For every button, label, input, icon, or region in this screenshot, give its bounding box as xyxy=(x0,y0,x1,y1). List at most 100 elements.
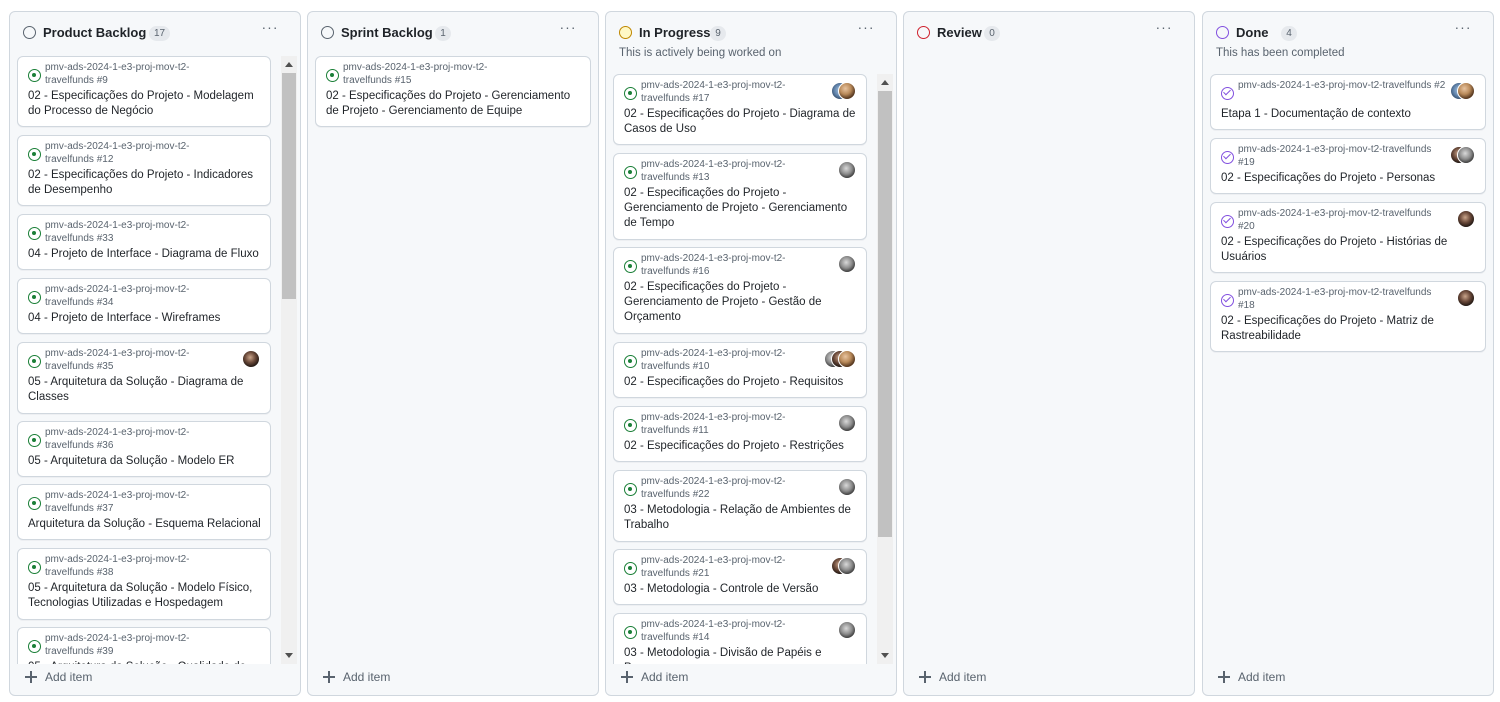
issue-card[interactable]: pmv-ads-2024-1-e3-proj-mov-t2-travelfund… xyxy=(613,342,867,398)
assignees[interactable] xyxy=(242,350,260,368)
assignees[interactable] xyxy=(838,621,856,639)
issue-title[interactable]: 05 - Arquitetura da Solução - Qualidade … xyxy=(28,660,262,664)
issue-card[interactable]: pmv-ads-2024-1-e3-proj-mov-t2-travelfund… xyxy=(1210,74,1486,130)
assignees[interactable] xyxy=(838,161,856,179)
issue-card[interactable]: pmv-ads-2024-1-e3-proj-mov-t2-travelfund… xyxy=(17,548,271,620)
issue-card[interactable]: pmv-ads-2024-1-e3-proj-mov-t2-travelfund… xyxy=(613,549,867,605)
assignees[interactable] xyxy=(838,255,856,273)
item-count-badge: 17 xyxy=(149,26,171,41)
issue-card[interactable]: pmv-ads-2024-1-e3-proj-mov-t2-travelfund… xyxy=(1210,138,1486,194)
issue-open-icon xyxy=(28,434,41,447)
issue-title[interactable]: 02 - Especificações do Projeto - Diagram… xyxy=(624,107,858,137)
more-options-icon[interactable]: ··· xyxy=(258,20,282,40)
avatar[interactable] xyxy=(838,82,856,100)
assignees[interactable] xyxy=(831,557,856,575)
avatar[interactable] xyxy=(838,414,856,432)
issue-title[interactable]: 03 - Metodologia - Relação de Ambientes … xyxy=(624,503,858,533)
assignees[interactable] xyxy=(824,350,856,368)
avatar[interactable] xyxy=(1457,146,1475,164)
issue-repo-number: pmv-ads-2024-1-e3-proj-mov-t2-travelfund… xyxy=(641,555,786,579)
issue-card[interactable]: pmv-ads-2024-1-e3-proj-mov-t2-travelfund… xyxy=(613,613,867,664)
issue-title[interactable]: 02 - Especificações do Projeto - Requisi… xyxy=(624,375,858,390)
issue-title[interactable]: 02 - Especificações do Projeto - Indicad… xyxy=(28,168,262,198)
assignees[interactable] xyxy=(1450,146,1475,164)
more-options-icon[interactable]: ··· xyxy=(1152,20,1176,40)
scroll-up-arrow-icon[interactable] xyxy=(881,80,889,85)
issue-card[interactable]: pmv-ads-2024-1-e3-proj-mov-t2-travelfund… xyxy=(1210,202,1486,273)
assignees[interactable] xyxy=(838,414,856,432)
avatar[interactable] xyxy=(1457,210,1475,228)
scroll-thumb[interactable] xyxy=(878,91,892,537)
issue-card[interactable]: pmv-ads-2024-1-e3-proj-mov-t2-travelfund… xyxy=(613,470,867,542)
assignees[interactable] xyxy=(831,82,856,100)
avatar[interactable] xyxy=(838,161,856,179)
scrollbar[interactable] xyxy=(281,56,297,664)
issue-title[interactable]: 02 - Especificações do Projeto - Restriç… xyxy=(624,439,858,454)
scrollbar[interactable] xyxy=(877,74,893,664)
issue-repo-number: pmv-ads-2024-1-e3-proj-mov-t2-travelfund… xyxy=(45,490,190,514)
add-item-label: Add item xyxy=(939,670,987,684)
issue-card[interactable]: pmv-ads-2024-1-e3-proj-mov-t2-travelfund… xyxy=(17,56,271,127)
issue-card[interactable]: pmv-ads-2024-1-e3-proj-mov-t2-travelfund… xyxy=(1210,281,1486,352)
more-options-icon[interactable]: ··· xyxy=(854,20,878,40)
issue-title[interactable]: 05 - Arquitetura da Solução - Modelo Fís… xyxy=(28,581,262,611)
assignees[interactable] xyxy=(838,478,856,496)
issue-card[interactable]: pmv-ads-2024-1-e3-proj-mov-t2-travelfund… xyxy=(17,214,271,270)
issue-card[interactable]: pmv-ads-2024-1-e3-proj-mov-t2-travelfund… xyxy=(613,406,867,462)
issue-title[interactable]: 05 - Arquitetura da Solução - Modelo ER xyxy=(28,454,262,469)
avatar[interactable] xyxy=(838,350,856,368)
issue-open-icon xyxy=(624,419,637,432)
issue-card[interactable]: pmv-ads-2024-1-e3-proj-mov-t2-travelfund… xyxy=(17,278,271,334)
column-title: Review xyxy=(937,25,982,40)
plus-icon xyxy=(323,671,335,683)
scroll-up-arrow-icon[interactable] xyxy=(285,62,293,67)
assignees[interactable] xyxy=(1457,289,1475,307)
issue-card[interactable]: pmv-ads-2024-1-e3-proj-mov-t2-travelfund… xyxy=(17,421,271,477)
avatar[interactable] xyxy=(1457,82,1475,100)
column-in-progress: In Progress 9 ··· This is actively being wo… xyxy=(605,11,897,696)
avatar[interactable] xyxy=(1457,289,1475,307)
issue-card[interactable]: pmv-ads-2024-1-e3-proj-mov-t2-travelfund… xyxy=(613,153,867,240)
issue-open-icon xyxy=(624,355,637,368)
issue-title[interactable]: 04 - Projeto de Interface - Wireframes xyxy=(28,311,262,326)
issue-repo-number: pmv-ads-2024-1-e3-proj-mov-t2-travelfund… xyxy=(641,412,786,436)
more-options-icon[interactable]: ··· xyxy=(556,20,580,40)
assignees[interactable] xyxy=(1457,210,1475,228)
issue-card[interactable]: pmv-ads-2024-1-e3-proj-mov-t2-travelfund… xyxy=(315,56,591,127)
issue-title[interactable]: 02 - Especificações do Projeto - Matriz … xyxy=(1221,314,1477,344)
scroll-down-arrow-icon[interactable] xyxy=(881,653,889,658)
issue-open-icon xyxy=(624,166,637,179)
issue-title[interactable]: 02 - Especificações do Projeto - Gerenci… xyxy=(624,280,858,325)
issue-title[interactable]: 02 - Especificações do Projeto - Gerenci… xyxy=(326,89,582,119)
more-options-icon[interactable]: ··· xyxy=(1451,20,1475,40)
scroll-thumb[interactable] xyxy=(282,73,296,299)
issue-title[interactable]: 02 - Especificações do Projeto - Persona… xyxy=(1221,171,1477,186)
issue-card[interactable]: pmv-ads-2024-1-e3-proj-mov-t2-travelfund… xyxy=(17,627,271,664)
scroll-down-arrow-icon[interactable] xyxy=(285,653,293,658)
issue-repo-number: pmv-ads-2024-1-e3-proj-mov-t2-travelfund… xyxy=(45,220,190,244)
issue-title[interactable]: Etapa 1 - Documentação de contexto xyxy=(1221,107,1477,122)
issue-title[interactable]: 03 - Metodologia - Controle de Versão xyxy=(624,582,858,597)
avatar[interactable] xyxy=(838,557,856,575)
issue-title[interactable]: 02 - Especificações do Projeto - Modelag… xyxy=(28,89,262,119)
issue-repo-number: pmv-ads-2024-1-e3-proj-mov-t2-travelfund… xyxy=(1238,144,1432,168)
column-review: Review 0 ··· Add item xyxy=(903,11,1195,696)
avatar[interactable] xyxy=(242,350,260,368)
issue-title[interactable]: 03 - Metodologia - Divisão de Papéis e P… xyxy=(624,646,858,664)
issue-title[interactable]: 04 - Projeto de Interface - Diagrama de … xyxy=(28,247,262,262)
avatar[interactable] xyxy=(838,621,856,639)
issue-title[interactable]: 02 - Especificações do Projeto - Gerenci… xyxy=(624,186,858,231)
issue-card[interactable]: pmv-ads-2024-1-e3-proj-mov-t2-travelfund… xyxy=(613,74,867,145)
issue-repo-number: pmv-ads-2024-1-e3-proj-mov-t2-travelfund… xyxy=(641,253,786,277)
avatar[interactable] xyxy=(838,255,856,273)
issue-title[interactable]: 02 - Especificações do Projeto - Históri… xyxy=(1221,235,1477,265)
issue-repo-number: pmv-ads-2024-1-e3-proj-mov-t2-travelfund… xyxy=(45,141,190,165)
issue-card[interactable]: pmv-ads-2024-1-e3-proj-mov-t2-travelfund… xyxy=(17,135,271,206)
issue-card[interactable]: pmv-ads-2024-1-e3-proj-mov-t2-travelfund… xyxy=(613,247,867,334)
issue-card[interactable]: pmv-ads-2024-1-e3-proj-mov-t2-travelfund… xyxy=(17,342,271,414)
avatar[interactable] xyxy=(838,478,856,496)
issue-title[interactable]: Arquitetura da Solução - Esquema Relacio… xyxy=(28,517,262,532)
issue-card[interactable]: pmv-ads-2024-1-e3-proj-mov-t2-travelfund… xyxy=(17,484,271,540)
issue-title[interactable]: 05 - Arquitetura da Solução - Diagrama d… xyxy=(28,375,262,405)
assignees[interactable] xyxy=(1450,82,1475,100)
